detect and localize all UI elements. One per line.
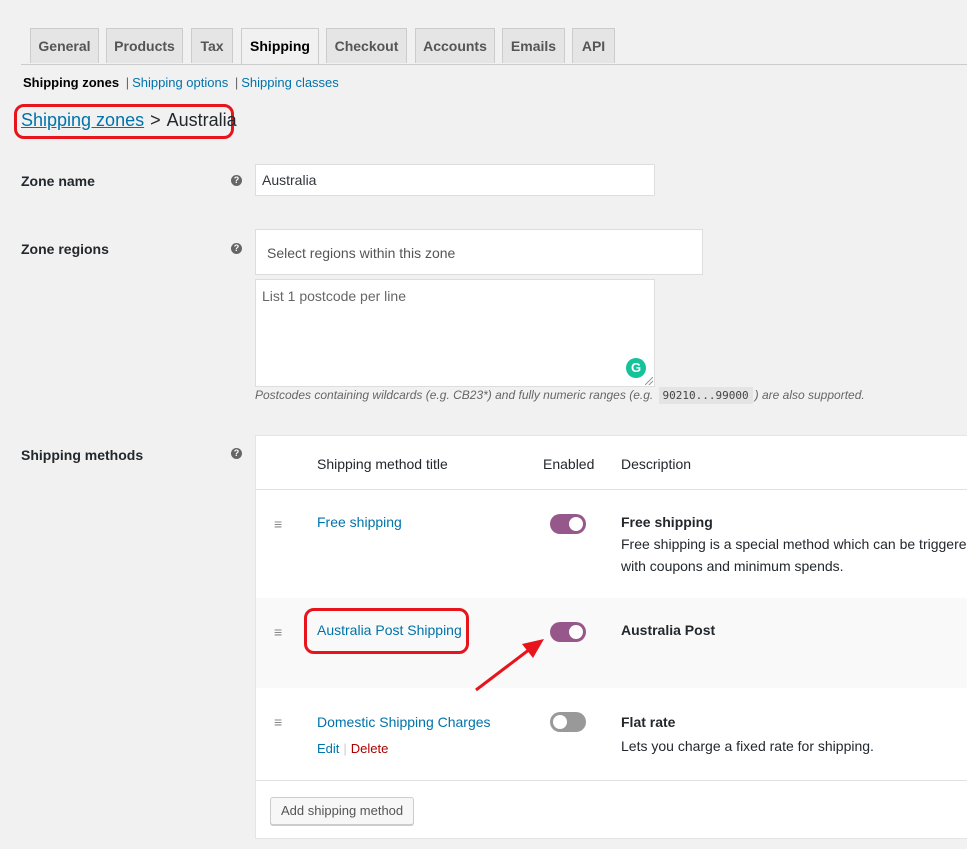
tab-shipping[interactable]: Shipping xyxy=(241,28,319,64)
subnav-shipping-zones[interactable]: Shipping zones xyxy=(23,75,119,90)
grammarly-icon[interactable]: G xyxy=(626,358,646,378)
annotation-box-method xyxy=(304,608,469,654)
help-icon[interactable]: ? xyxy=(231,175,242,186)
toggle-knob xyxy=(553,715,567,729)
action-separator: | xyxy=(343,741,347,756)
enabled-toggle[interactable] xyxy=(550,514,586,534)
tab-general[interactable]: General xyxy=(30,28,99,63)
method-title-link[interactable]: Domestic Shipping Charges xyxy=(317,714,491,730)
tab-api[interactable]: API xyxy=(572,28,615,63)
hint-text-before: Postcodes containing wildcards (e.g. CB2… xyxy=(255,388,657,402)
zone-name-input[interactable]: Australia xyxy=(255,164,655,196)
red-arrow-icon xyxy=(475,639,544,692)
breadcrumb-separator: > xyxy=(150,110,161,130)
description-text: Free shipping is a special method which … xyxy=(621,536,967,574)
settings-tabs: General Products Tax Shipping Checkout A… xyxy=(21,28,967,65)
postcode-hint: Postcodes containing wildcards (e.g. CB2… xyxy=(255,387,865,404)
zone-name-label: Zone name xyxy=(21,173,95,189)
subnav-separator: | xyxy=(234,75,239,90)
delete-link[interactable]: Delete xyxy=(351,741,389,756)
arrow-shaft xyxy=(475,647,531,692)
breadcrumb-current: Australia xyxy=(166,110,237,130)
hint-code: 90210...99000 xyxy=(658,387,753,404)
resize-handle-icon[interactable] xyxy=(645,377,653,385)
drag-handle-icon[interactable]: ≡ xyxy=(274,517,286,531)
description-title: Free shipping xyxy=(621,514,713,530)
help-icon[interactable]: ? xyxy=(231,448,242,459)
zone-regions-label: Zone regions xyxy=(21,241,109,257)
description-title: Flat rate xyxy=(621,714,676,730)
enabled-toggle[interactable] xyxy=(550,622,586,642)
tab-emails[interactable]: Emails xyxy=(502,28,565,63)
drag-handle-icon[interactable]: ≡ xyxy=(274,625,286,639)
description-text: Lets you charge a fixed rate for shippin… xyxy=(621,738,874,754)
postcodes-placeholder: List 1 postcode per line xyxy=(262,288,406,304)
postcodes-textarea[interactable]: List 1 postcode per line G xyxy=(255,279,655,387)
zone-regions-select[interactable]: Select regions within this zone xyxy=(255,229,703,275)
subnav-shipping-classes[interactable]: Shipping classes xyxy=(241,75,339,90)
shipping-subnav: Shipping zones | Shipping options | Shippi… xyxy=(23,75,339,90)
breadcrumb-shipping-zones-link[interactable]: Shipping zones xyxy=(21,110,144,130)
table-row: ≡ Domestic Shipping Charges Edit | Delete … xyxy=(256,688,967,780)
toggle-knob xyxy=(569,625,583,639)
add-shipping-method-button[interactable]: Add shipping method xyxy=(270,797,415,825)
description-title: Australia Post xyxy=(621,622,716,638)
header-enabled: Enabled xyxy=(543,456,595,472)
drag-handle-icon[interactable]: ≡ xyxy=(274,715,286,729)
header-description: Description xyxy=(621,456,692,472)
toggle-knob xyxy=(569,517,583,531)
tab-accounts[interactable]: Accounts xyxy=(415,28,495,63)
shipping-methods-label: Shipping methods xyxy=(21,447,144,463)
method-title-link[interactable]: Free shipping xyxy=(317,514,402,530)
breadcrumb: Shipping zones > Australia xyxy=(21,110,237,131)
table-row: ≡ Free shipping Free shipping Free shipp… xyxy=(256,490,967,598)
tab-tax[interactable]: Tax xyxy=(191,28,233,63)
subnav-separator: | xyxy=(125,75,130,90)
arrow-head xyxy=(522,639,544,658)
edit-link[interactable]: Edit xyxy=(317,741,339,756)
table-divider xyxy=(256,780,967,781)
enabled-toggle[interactable] xyxy=(550,712,586,732)
header-method-title: Shipping method title xyxy=(317,456,448,472)
tab-checkout[interactable]: Checkout xyxy=(326,28,407,63)
hint-text-after: ) are also supported. xyxy=(754,388,865,402)
tab-products[interactable]: Products xyxy=(106,28,183,63)
help-icon[interactable]: ? xyxy=(231,243,242,254)
subnav-shipping-options[interactable]: Shipping options xyxy=(132,75,228,90)
row-actions: Edit | Delete xyxy=(317,741,388,756)
